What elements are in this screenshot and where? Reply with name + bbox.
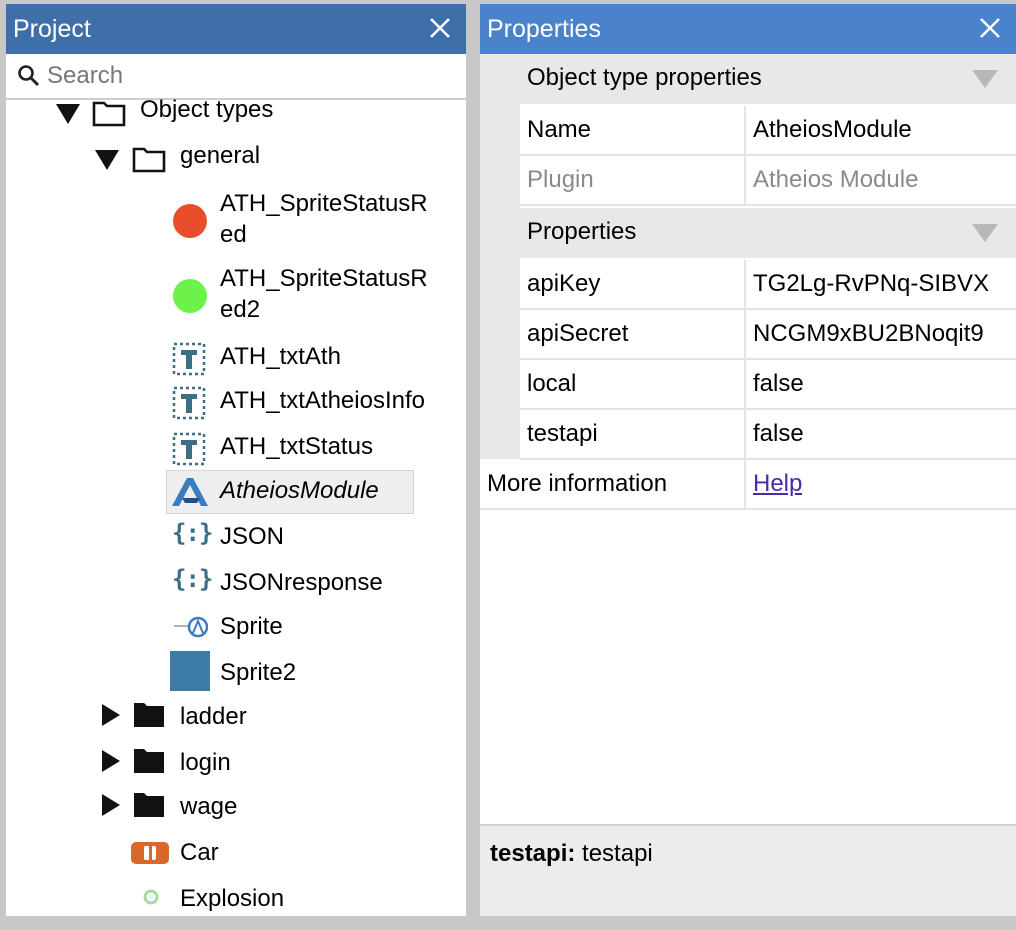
tree-item-selected[interactable]: AtheiosModule [220, 475, 379, 506]
property-row-plugin: Plugin Atheios Module [520, 156, 1016, 206]
property-value[interactable]: false [746, 370, 804, 398]
text-object-icon [172, 342, 206, 376]
property-row-name[interactable]: Name AtheiosModule [520, 106, 1016, 156]
property-row-apisecret[interactable]: apiSecret NCGM9xBU2BNoqit9 [520, 310, 1016, 360]
collapsed-arrow-icon[interactable] [102, 794, 120, 816]
car-icon [131, 842, 169, 864]
expand-arrow-icon[interactable] [56, 104, 80, 124]
section-object-type-properties[interactable]: Object type properties [520, 54, 1016, 104]
tree-item[interactable]: Car [180, 837, 219, 868]
project-titlebar: Project [6, 4, 466, 54]
tree-item-folder[interactable]: wage [180, 791, 237, 822]
grid-gutter [480, 54, 520, 459]
folder-icon [134, 749, 164, 773]
json-icon: {:} [172, 519, 213, 547]
sprite-square-icon [170, 651, 210, 691]
property-value: Atheios Module [753, 166, 919, 193]
tree-item[interactable]: ATH_txtAth [220, 341, 341, 372]
collapse-arrow-icon[interactable] [972, 70, 998, 88]
property-value[interactable]: false [746, 420, 804, 448]
green-circle-icon [173, 279, 207, 313]
property-value[interactable]: NCGM9xBU2BNoqit9 [746, 320, 984, 348]
folder-open-icon [132, 147, 166, 173]
tree-item[interactable]: ATH_txtStatus [220, 431, 373, 462]
red-circle-icon [173, 204, 207, 238]
tree-item[interactable]: Explosion [180, 883, 284, 914]
sprite-atheios-icon [174, 616, 208, 638]
properties-title: Properties [487, 14, 601, 43]
tree-item[interactable]: ATH_SpriteStatusR ed2 [220, 263, 428, 325]
property-row-apikey[interactable]: apiKey TG2Lg-RvPNq-SIBVX [520, 260, 1016, 310]
property-description: testapi: testapi [480, 824, 1016, 916]
description-title: testapi: [490, 840, 576, 867]
properties-panel: Properties Object type properties Name A… [480, 4, 1016, 916]
tree-item-object-types[interactable]: Object types [140, 94, 273, 125]
project-panel: Project Search Object types general ATH_… [6, 4, 466, 916]
close-icon[interactable] [426, 14, 454, 42]
folder-open-icon [92, 101, 126, 127]
explosion-icon [143, 889, 159, 905]
text-object-icon [172, 386, 206, 420]
tree-item[interactable]: Sprite2 [220, 657, 296, 688]
tree-item-general[interactable]: general [180, 140, 260, 171]
property-row-more-information: More information Help [480, 460, 1016, 510]
tree-item[interactable]: JSON [220, 521, 284, 552]
tree-item[interactable]: ATH_SpriteStatusR ed [220, 188, 428, 250]
property-value[interactable]: TG2Lg-RvPNq-SIBVX [746, 270, 989, 298]
properties-titlebar: Properties [480, 4, 1016, 54]
collapse-arrow-icon[interactable] [972, 224, 998, 242]
tree-item[interactable]: Sprite [220, 611, 283, 642]
folder-icon [134, 703, 164, 727]
tree-item-folder[interactable]: ladder [180, 701, 247, 732]
tree-item[interactable]: ATH_txtAtheiosInfo [220, 385, 425, 416]
property-row-testapi[interactable]: testapi false [520, 410, 1016, 460]
search-input[interactable]: Search [47, 62, 123, 90]
property-value[interactable]: AtheiosModule [746, 116, 912, 144]
close-icon[interactable] [976, 14, 1004, 42]
description-text: testapi [582, 840, 653, 867]
collapsed-arrow-icon[interactable] [102, 704, 120, 726]
tree-item[interactable]: JSONresponse [220, 567, 383, 598]
section-properties[interactable]: Properties [520, 208, 1016, 258]
property-row-local[interactable]: local false [520, 360, 1016, 410]
atheios-icon [172, 478, 208, 506]
json-icon: {:} [172, 565, 213, 593]
project-title: Project [13, 14, 91, 43]
tree-item-folder[interactable]: login [180, 747, 231, 778]
text-object-icon [172, 432, 206, 466]
folder-icon [134, 793, 164, 817]
expand-arrow-icon[interactable] [95, 150, 119, 170]
help-link[interactable]: Help [753, 470, 802, 497]
search-icon [18, 65, 40, 87]
collapsed-arrow-icon[interactable] [102, 750, 120, 772]
project-tree: Object types general ATH_SpriteStatusR ed… [6, 96, 466, 916]
